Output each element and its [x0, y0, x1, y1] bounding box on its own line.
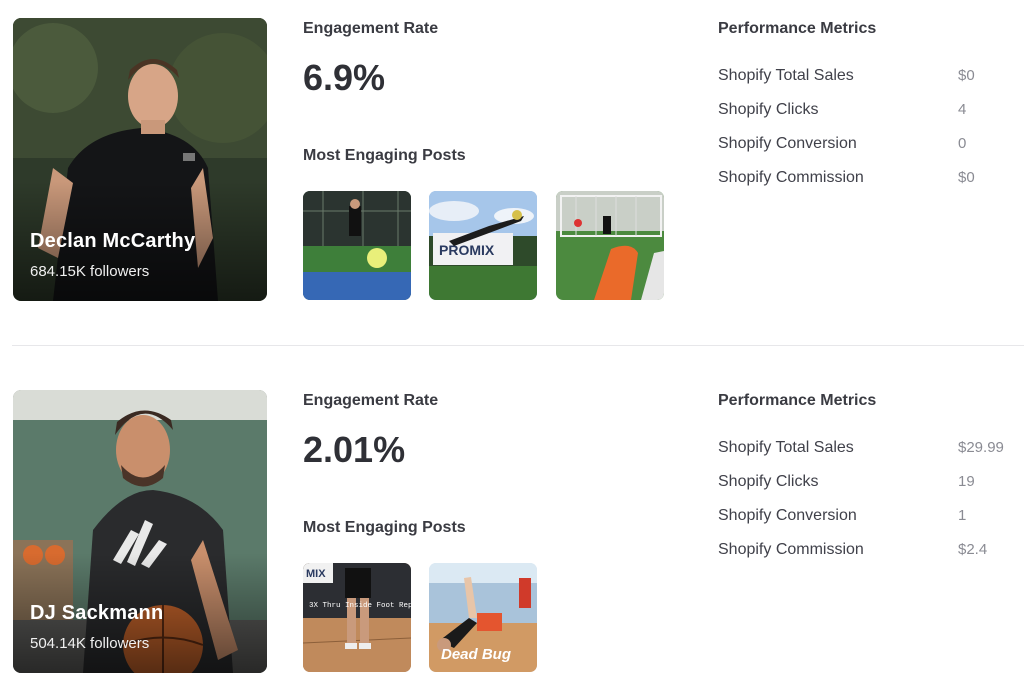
post-badge-text: MIX	[306, 568, 326, 580]
metric-label-clicks: Shopify Clicks	[718, 473, 819, 490]
engagement-rate-value: 6.9%	[303, 57, 386, 98]
engagement-rate-value: 2.01%	[303, 429, 406, 470]
svg-text:PROMIX: PROMIX	[439, 242, 495, 258]
profile-card[interactable]: Declan McCarthy 684.15K followers	[13, 18, 267, 301]
most-engaging-posts-label: Most Engaging Posts	[303, 147, 466, 164]
metric-value-commission: $0	[958, 169, 975, 186]
profile-card[interactable]: DJ Sackmann 504.14K followers	[13, 390, 267, 673]
follower-count: 684.15K followers	[30, 263, 150, 280]
metric-value-conversion: 1	[958, 507, 967, 524]
performance-metrics-label: Performance Metrics	[718, 20, 877, 37]
post-thumbnail[interactable]	[303, 191, 411, 300]
metric-label-clicks: Shopify Clicks	[718, 101, 819, 118]
post-thumbnail[interactable]: PROMIX	[429, 191, 537, 300]
engagement-rate-label: Engagement Rate	[303, 392, 439, 409]
post-thumbnail[interactable]: MIX 3X Thru Inside Foot Replace	[303, 563, 411, 672]
influencer-name: DJ Sackmann	[30, 602, 164, 624]
metric-value-clicks: 19	[958, 473, 975, 490]
metric-value-total-sales: $29.99	[958, 439, 1004, 456]
follower-count: 504.14K followers	[30, 635, 150, 652]
post-thumbnail[interactable]: Dead Bug	[429, 563, 537, 672]
metric-value-conversion: 0	[958, 135, 967, 152]
performance-metrics-label: Performance Metrics	[718, 392, 877, 409]
post-thumbnail[interactable]	[556, 191, 664, 300]
influencer-row: Declan McCarthy 684.15K followers Engage…	[0, 0, 1024, 301]
metric-label-commission: Shopify Commission	[718, 541, 864, 558]
post-overlay-text: Dead Bug	[441, 646, 511, 663]
metric-label-conversion: Shopify Conversion	[718, 135, 857, 152]
post-overlay-text: 3X Thru Inside Foot Replace	[309, 602, 411, 610]
engagement-rate-label: Engagement Rate	[303, 20, 439, 37]
metric-label-commission: Shopify Commission	[718, 169, 864, 186]
influencer-name: Declan McCarthy	[30, 230, 196, 252]
metric-value-commission: $2.4	[958, 541, 988, 558]
most-engaging-posts-label: Most Engaging Posts	[303, 519, 466, 536]
metric-label-total-sales: Shopify Total Sales	[718, 439, 854, 456]
metric-value-total-sales: $0	[958, 67, 975, 84]
metric-label-conversion: Shopify Conversion	[718, 507, 857, 524]
metric-value-clicks: 4	[958, 101, 967, 118]
row-divider	[12, 345, 1024, 346]
influencer-row: DJ Sackmann 504.14K followers Engagement…	[0, 372, 1024, 673]
metric-label-total-sales: Shopify Total Sales	[718, 67, 854, 84]
